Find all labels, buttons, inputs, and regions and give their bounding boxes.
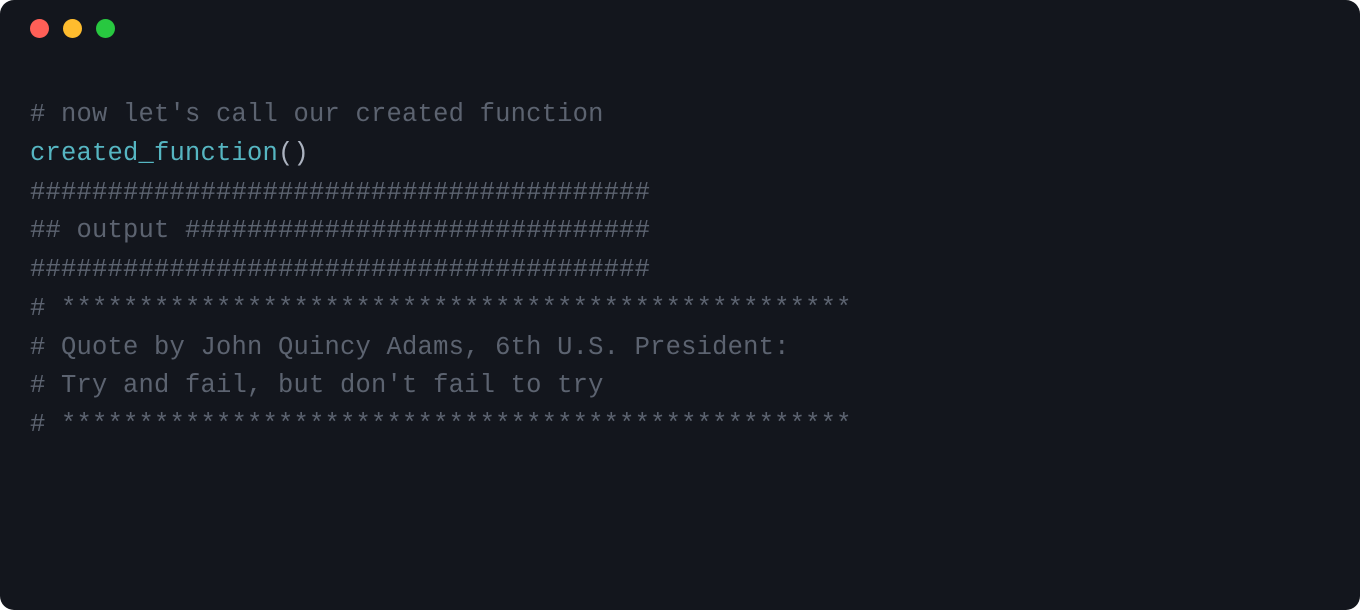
close-button[interactable] — [30, 19, 49, 38]
code-comment: # now let's call our created function — [30, 100, 604, 129]
code-comment: # **************************************… — [30, 294, 852, 323]
code-editor-window: # now let's call our created function cre… — [0, 0, 1360, 610]
window-titlebar — [0, 0, 1360, 56]
code-comment: ## output ############################## — [30, 216, 650, 245]
minimize-button[interactable] — [63, 19, 82, 38]
maximize-button[interactable] — [96, 19, 115, 38]
code-comment: # **************************************… — [30, 410, 852, 439]
code-comment: # Quote by John Quincy Adams, 6th U.S. P… — [30, 333, 790, 362]
code-comment: ######################################## — [30, 178, 650, 207]
code-comment: ######################################## — [30, 255, 650, 284]
code-function-call: created_function — [30, 139, 278, 168]
code-content[interactable]: # now let's call our created function cre… — [0, 56, 1360, 475]
code-comment: # Try and fail, but don't fail to try — [30, 371, 604, 400]
code-punctuation: () — [278, 139, 309, 168]
